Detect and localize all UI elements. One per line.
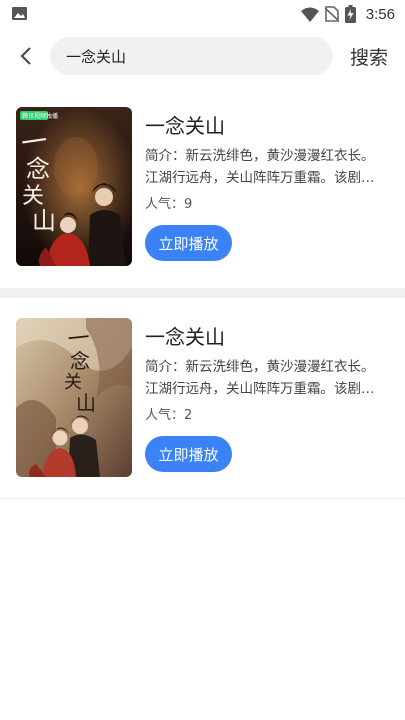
result-item[interactable]: 一 念 关 山 一念关山 简介：新云洗绯色，黄沙漫漫红衣长。江湖行远舟，关山阵阵… — [0, 306, 405, 499]
poster-image[interactable]: 一 念 关 山 — [16, 318, 132, 477]
back-button[interactable] — [12, 42, 40, 70]
poster-artwork: 一 念 关 山 — [16, 318, 132, 477]
clock: 3:56 — [365, 5, 395, 23]
section-divider — [0, 288, 405, 298]
svg-text:山: 山 — [32, 207, 56, 235]
result-description: 简介：新云洗绯色，黄沙漫漫红衣长。江湖行远舟，关山阵阵万重霜。该剧讲述… — [145, 148, 375, 186]
play-now-button[interactable]: 立即播放 — [145, 225, 232, 261]
svg-text:关: 关 — [22, 184, 44, 209]
result-title[interactable]: 一念关山 — [145, 110, 225, 139]
result-title[interactable]: 一念关山 — [145, 321, 225, 350]
play-now-button[interactable]: 立即播放 — [145, 436, 232, 472]
poster-artwork: 腾讯视频独播 一 念 关 山 — [16, 107, 132, 266]
svg-text:山: 山 — [76, 391, 96, 415]
result-item[interactable]: 腾讯视频独播 一 念 关 山 一念关山 简介：新云洗绯色，黄沙漫漫红衣长。江湖行… — [0, 95, 405, 287]
result-popularity: 人气：9 — [145, 197, 193, 212]
search-button[interactable]: 搜索 — [350, 43, 388, 70]
wifi-icon — [300, 7, 319, 22]
poster-badge: 腾讯视频独播 — [22, 112, 58, 120]
svg-text:念: 念 — [70, 349, 90, 373]
no-sim-icon — [324, 6, 339, 22]
search-header: 搜索 — [0, 34, 405, 78]
svg-text:念: 念 — [26, 155, 50, 183]
search-input[interactable] — [50, 37, 333, 75]
status-bar: 3:56 — [0, 0, 405, 28]
battery-charging-icon — [344, 5, 356, 23]
image-icon — [12, 7, 27, 20]
poster-image[interactable]: 腾讯视频独播 一 念 关 山 — [16, 107, 132, 266]
result-description: 简介：新云洗绯色，黄沙漫漫红衣长。江湖行远舟，关山阵阵万重霜。该剧讲述… — [145, 359, 375, 397]
search-field[interactable] — [50, 37, 333, 75]
svg-text:关: 关 — [64, 372, 82, 393]
result-popularity: 人气：2 — [145, 408, 193, 423]
chevron-left-icon — [20, 47, 31, 65]
